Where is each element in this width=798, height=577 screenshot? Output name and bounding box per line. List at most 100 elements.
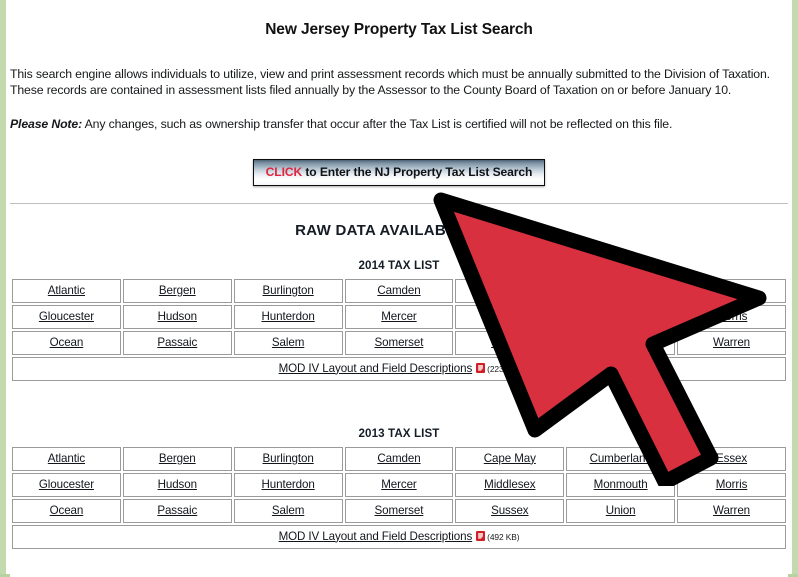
county-link[interactable]: Bergen	[159, 284, 196, 297]
county-link[interactable]: Gloucester	[39, 310, 94, 323]
county-cell[interactable]: Union	[566, 330, 676, 355]
county-cell[interactable]: Hudson	[122, 472, 232, 497]
county-link[interactable]: Salem	[272, 336, 304, 349]
county-cell[interactable]: Middlesex	[455, 304, 565, 329]
county-cell[interactable]: Gloucester	[12, 472, 121, 497]
county-link[interactable]: Morris	[716, 310, 748, 323]
county-link[interactable]: Cape May	[484, 452, 536, 465]
county-link[interactable]: Sussex	[491, 504, 529, 517]
county-cell[interactable]: Bergen	[122, 446, 232, 471]
county-cell[interactable]: Gloucester	[12, 304, 121, 329]
county-cell[interactable]: Morris	[677, 304, 786, 329]
county-link[interactable]: Middlesex	[484, 310, 535, 323]
county-link[interactable]: Hudson	[158, 310, 197, 323]
county-link[interactable]: Salem	[272, 504, 304, 517]
table-row: Gloucester Hudson Hunterdon Mercer Middlesex…	[12, 304, 786, 329]
county-cell[interactable]: Cape May	[455, 446, 565, 471]
county-cell[interactable]: Mercer	[344, 304, 454, 329]
county-cell[interactable]: Sussex	[455, 498, 565, 523]
county-link[interactable]: Warren	[713, 336, 750, 349]
county-cell[interactable]: Mercer	[344, 472, 454, 497]
county-cell[interactable]: Passaic	[122, 498, 232, 523]
county-cell[interactable]: Camden	[344, 278, 454, 303]
county-link[interactable]: Burlington	[263, 452, 314, 465]
county-cell[interactable]: Burlington	[233, 446, 343, 471]
mod-iv-layout-link[interactable]: MOD IV Layout and Field Descriptions	[279, 530, 473, 543]
county-link[interactable]: Morris	[716, 478, 748, 491]
county-link[interactable]: Hudson	[158, 478, 197, 491]
county-cell[interactable]: Union	[566, 498, 676, 523]
county-cell[interactable]: Morris	[677, 472, 786, 497]
county-table: Atlantic Bergen Burlington Camden Cape May Cu…	[10, 445, 788, 551]
county-link[interactable]: Atlantic	[48, 452, 85, 465]
table-row: Atlantic Bergen Burlington Camden Cape May Cu…	[12, 446, 786, 471]
layout-description-cell[interactable]: MOD IV Layout and Field Descriptions (223…	[12, 356, 786, 381]
county-cell[interactable]: Warren	[677, 498, 786, 523]
county-link[interactable]: Gloucester	[39, 478, 94, 491]
county-cell[interactable]: Atlantic	[12, 446, 121, 471]
county-cell[interactable]: Salem	[233, 498, 343, 523]
county-link[interactable]: Hunterdon	[261, 310, 314, 323]
county-link[interactable]: Ocean	[50, 336, 84, 349]
county-link[interactable]: Atlantic	[48, 284, 85, 297]
county-link[interactable]: Camden	[377, 284, 420, 297]
county-link[interactable]: Passaic	[157, 504, 197, 517]
county-link[interactable]: Bergen	[159, 452, 196, 465]
county-cell[interactable]: Burlington	[233, 278, 343, 303]
county-cell[interactable]: Essex	[677, 446, 786, 471]
cta-wrapper: CLICK to Enter the NJ Property Tax List …	[10, 158, 788, 186]
county-cell[interactable]: Ocean	[12, 330, 121, 355]
county-link[interactable]: Middlesex	[484, 478, 535, 491]
county-link[interactable]: Union	[606, 504, 636, 517]
county-link[interactable]: Warren	[713, 504, 750, 517]
county-link[interactable]: Burlington	[263, 284, 314, 297]
county-cell[interactable]: Cumberland	[566, 446, 676, 471]
county-cell[interactable]: Hudson	[122, 304, 232, 329]
county-link[interactable]: Mercer	[381, 478, 417, 491]
county-cell[interactable]: Warren	[677, 330, 786, 355]
county-link[interactable]: Cape May	[484, 284, 536, 297]
county-cell[interactable]: Monmouth	[566, 304, 676, 329]
layout-description-cell[interactable]: MOD IV Layout and Field Descriptions (492…	[12, 524, 786, 549]
page-content: New Jersey Property Tax List Search This…	[10, 21, 788, 577]
county-link[interactable]: Essex	[716, 452, 747, 465]
county-link[interactable]: Union	[606, 336, 636, 349]
county-link[interactable]: Somerset	[375, 336, 424, 349]
county-link[interactable]: Monmouth	[594, 478, 648, 491]
county-cell[interactable]: Atlantic	[12, 278, 121, 303]
county-cell[interactable]: Essex	[677, 278, 786, 303]
county-cell[interactable]: Somerset	[344, 330, 454, 355]
county-link[interactable]: Hunterdon	[261, 478, 314, 491]
county-cell[interactable]: Cumberland	[566, 278, 676, 303]
tax-list-sections: 2014 TAX LIST Atlantic Bergen Burlington Cam…	[10, 259, 788, 551]
county-cell[interactable]: Camden	[344, 446, 454, 471]
enter-search-button[interactable]: CLICK to Enter the NJ Property Tax List …	[252, 158, 546, 186]
page-frame: New Jersey Property Tax List Search This…	[0, 0, 798, 577]
county-cell[interactable]: Somerset	[344, 498, 454, 523]
county-cell[interactable]: Cape May	[455, 278, 565, 303]
county-cell[interactable]: Hunterdon	[233, 472, 343, 497]
mod-iv-layout-link[interactable]: MOD IV Layout and Field Descriptions	[279, 362, 473, 375]
please-note-text: Any changes, such as ownership transfer …	[82, 117, 673, 132]
raw-data-heading: RAW DATA AVAILABLE FOR	[295, 221, 503, 239]
county-link[interactable]: Ocean	[50, 504, 84, 517]
county-link[interactable]: Camden	[377, 452, 420, 465]
county-link[interactable]: Passaic	[157, 336, 197, 349]
table-row: MOD IV Layout and Field Descriptions (492…	[12, 524, 786, 549]
county-cell[interactable]: Salem	[233, 330, 343, 355]
county-link[interactable]: Essex	[716, 284, 747, 297]
county-link[interactable]: Cumberland	[590, 284, 652, 297]
county-link[interactable]: Sussex	[491, 336, 529, 349]
pdf-icon	[476, 362, 486, 373]
county-link[interactable]: Monmouth	[594, 310, 648, 323]
county-cell[interactable]: Hunterdon	[233, 304, 343, 329]
county-cell[interactable]: Passaic	[122, 330, 232, 355]
county-link[interactable]: Mercer	[381, 310, 417, 323]
county-cell[interactable]: Sussex	[455, 330, 565, 355]
county-cell[interactable]: Bergen	[122, 278, 232, 303]
county-cell[interactable]: Middlesex	[455, 472, 565, 497]
county-link[interactable]: Somerset	[375, 504, 424, 517]
county-cell[interactable]: Monmouth	[566, 472, 676, 497]
county-link[interactable]: Cumberland	[590, 452, 652, 465]
county-cell[interactable]: Ocean	[12, 498, 121, 523]
